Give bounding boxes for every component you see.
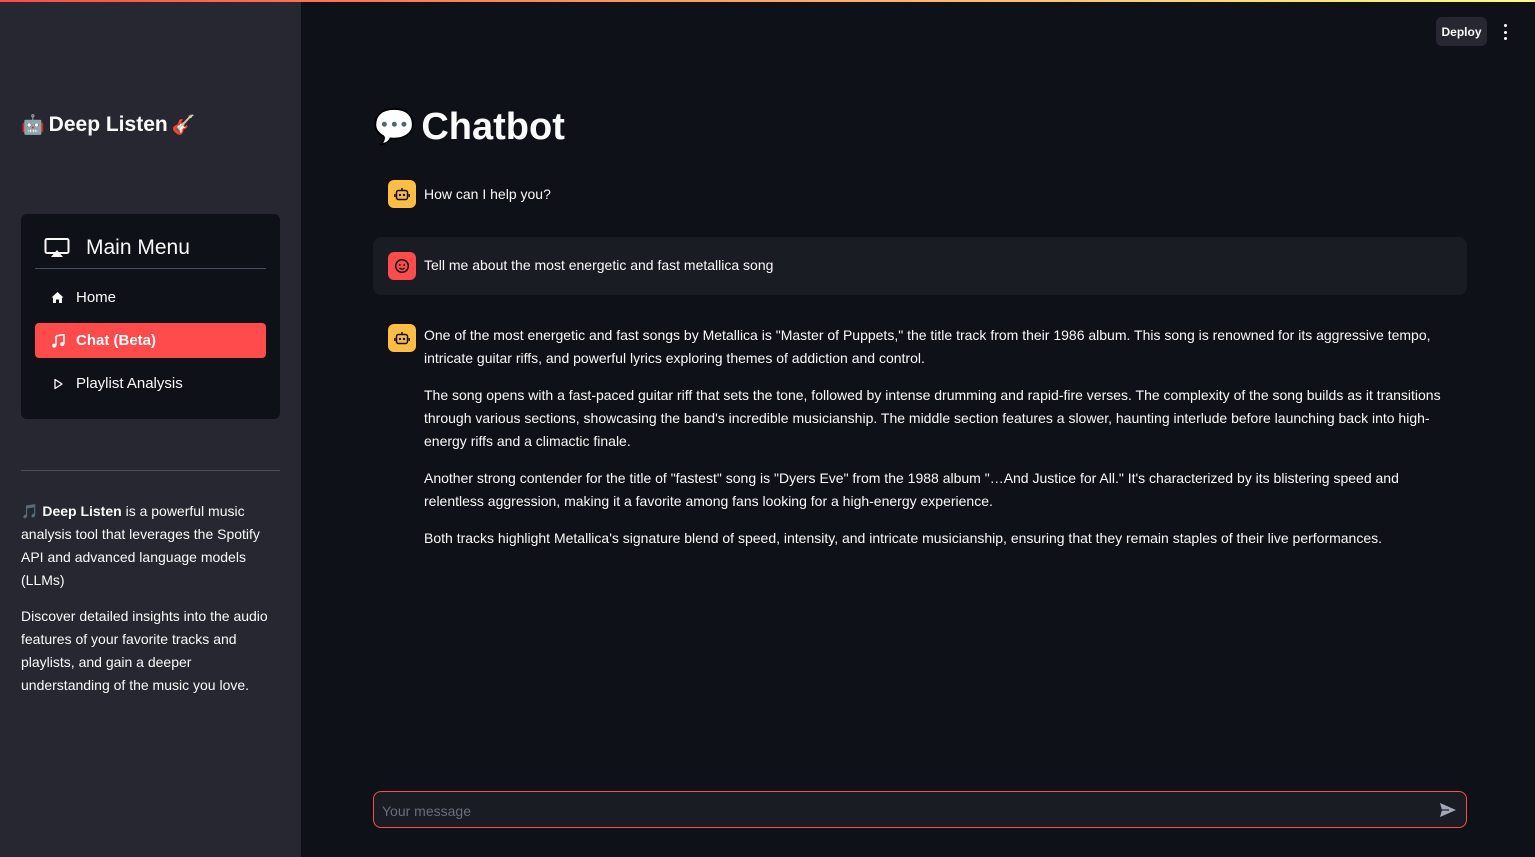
page-title-text: Chatbot — [421, 105, 565, 148]
speech-bubble-icon: 💬 — [373, 107, 416, 147]
chat-input[interactable] — [374, 792, 1424, 829]
send-icon[interactable] — [1438, 800, 1458, 820]
page-title: 💬 Chatbot — [373, 102, 565, 152]
message-text: Tell me about the most energetic and fas… — [424, 257, 774, 273]
message-paragraph: One of the most energetic and fast songs… — [424, 327, 1431, 366]
house-icon — [50, 290, 65, 305]
chat-message-user: Tell me about the most energetic and fas… — [373, 237, 1467, 295]
chat-message-assistant: How can I help you? — [373, 180, 1467, 208]
about-section: 🎵 Deep Listen is a powerful music analys… — [21, 500, 283, 710]
smiley-face-icon — [388, 252, 416, 280]
music-emoji-icon: 🎵 — [21, 503, 39, 519]
sidebar-item-home[interactable]: Home — [35, 280, 266, 315]
message-paragraph: The song opens with a fast-paced guitar … — [424, 387, 1441, 449]
deploy-button[interactable]: Deploy — [1436, 17, 1487, 46]
cast-icon — [44, 238, 70, 257]
top-decoration-bar — [0, 0, 1535, 2]
sidebar-item-label: Home — [76, 289, 117, 306]
message-paragraph: Another strong contender for the title o… — [424, 470, 1399, 509]
sidebar-item-label: Chat (Beta) — [76, 332, 157, 349]
robot-emoji-icon: 🤖 — [21, 113, 45, 136]
guitar-emoji-icon: 🎸 — [171, 113, 196, 136]
sidebar-item-playlist-analysis[interactable]: Playlist Analysis — [35, 366, 266, 401]
message-paragraph: Both tracks highlight Metallica's signat… — [424, 530, 1383, 546]
main-menu-title: Main Menu — [86, 236, 190, 259]
about-paragraph-1: 🎵 Deep Listen is a powerful music analys… — [21, 500, 283, 592]
main-menu-header: Main Menu — [35, 228, 266, 269]
app-title-text: Deep Listen — [48, 113, 168, 136]
sidebar-item-chat[interactable]: Chat (Beta) — [35, 323, 266, 358]
kebab-menu-icon[interactable] — [1498, 22, 1512, 42]
app-title: 🤖 Deep Listen 🎸 — [21, 113, 195, 137]
robot-icon — [388, 180, 416, 208]
message-text: How can I help you? — [424, 186, 551, 202]
main-menu: Main Menu Home Chat (Beta) Playlist Anal… — [21, 214, 280, 419]
about-paragraph-2: Discover detailed insights into the audi… — [21, 608, 268, 693]
robot-icon — [388, 324, 416, 352]
play-icon — [50, 376, 65, 391]
about-brand: Deep Listen — [42, 503, 122, 519]
sidebar-divider — [21, 470, 280, 471]
music-note-icon — [50, 333, 65, 348]
sidebar-item-label: Playlist Analysis — [76, 375, 183, 392]
sidebar: 🤖 Deep Listen 🎸 Main Menu Home Chat (Bet… — [0, 0, 301, 857]
chat-message-assistant: One of the most energetic and fast songs… — [373, 324, 1467, 550]
chat-input-container — [373, 791, 1467, 829]
